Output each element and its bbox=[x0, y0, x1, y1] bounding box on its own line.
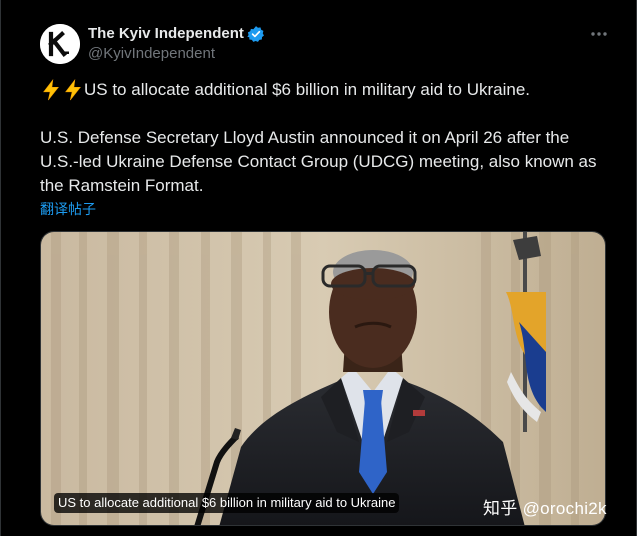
more-options-icon[interactable] bbox=[582, 24, 616, 44]
tweet-header: The Kyiv Independent @KyivIndependent bbox=[40, 24, 616, 64]
paragraph-line: U.S.-led Ukraine Defense Contact Group (… bbox=[40, 152, 597, 171]
account-identity: The Kyiv Independent @KyivIndependent bbox=[88, 24, 265, 64]
cropped-footer bbox=[40, 530, 240, 536]
account-handle[interactable]: @KyivIndependent bbox=[88, 44, 265, 64]
headline-text: US to allocate additional $6 billion in … bbox=[84, 80, 531, 99]
kyiv-independent-logo bbox=[40, 24, 80, 64]
paragraph: U.S. Defense Secretary Lloyd Austin anno… bbox=[40, 126, 620, 198]
avatar[interactable] bbox=[40, 24, 80, 64]
tweet-text: US to allocate additional $6 billion in … bbox=[40, 78, 620, 198]
photo-lloyd-austin bbox=[41, 232, 605, 525]
paragraph-line: the Ramstein Format. bbox=[40, 176, 204, 195]
name-row: The Kyiv Independent bbox=[88, 24, 265, 44]
verified-badge-icon[interactable] bbox=[247, 25, 265, 43]
lightning-bolt-icon bbox=[62, 79, 84, 101]
tweet-card: The Kyiv Independent @KyivIndependent US… bbox=[0, 0, 637, 536]
media-caption: US to allocate additional $6 billion in … bbox=[54, 493, 400, 513]
paragraph-line: U.S. Defense Secretary Lloyd Austin anno… bbox=[40, 128, 570, 147]
translate-post-link[interactable]: 翻译帖子 bbox=[40, 200, 96, 218]
headline-line: US to allocate additional $6 billion in … bbox=[40, 78, 620, 102]
tweet-media-photo[interactable]: US to allocate additional $6 billion in … bbox=[40, 231, 606, 526]
zhihu-watermark: 知乎 @orochi2k bbox=[483, 499, 607, 518]
lightning-bolt-icon bbox=[40, 79, 62, 101]
display-name[interactable]: The Kyiv Independent bbox=[88, 24, 244, 44]
